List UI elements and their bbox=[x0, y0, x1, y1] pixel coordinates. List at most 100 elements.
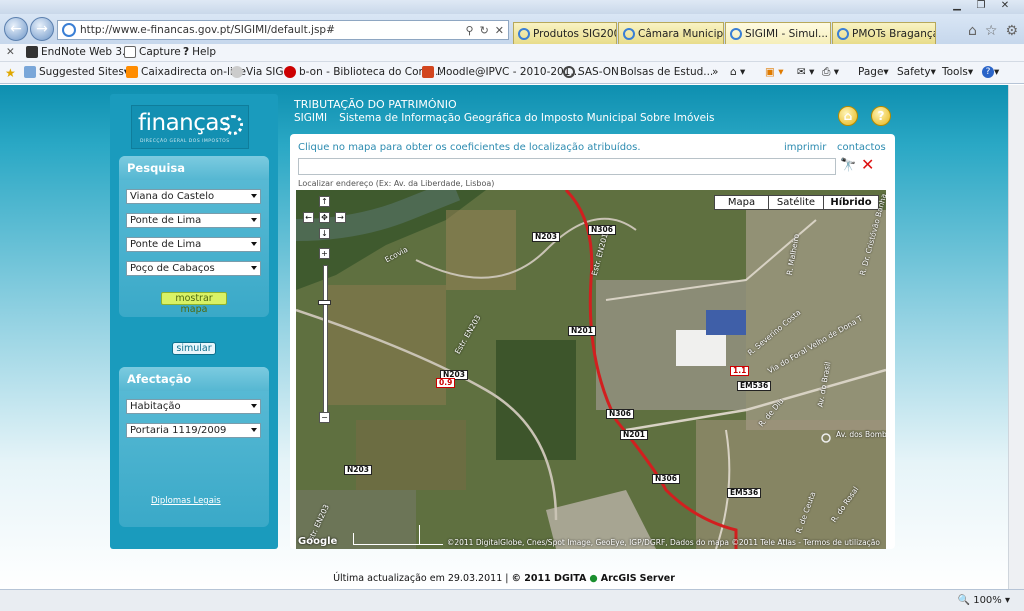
fav-sas-on[interactable]: SAS-ON bbox=[563, 66, 619, 78]
print-icon[interactable]: ⎙ ▾ bbox=[822, 66, 839, 79]
forward-button[interactable]: → bbox=[30, 17, 54, 41]
stop-icon[interactable]: ✕ bbox=[495, 24, 504, 37]
home-icon[interactable]: ⌂ bbox=[968, 23, 977, 39]
zoom-out-icon[interactable]: − bbox=[319, 412, 330, 423]
map-type-mapa[interactable]: Mapa bbox=[714, 195, 769, 210]
capture-label: Capture bbox=[139, 46, 181, 58]
app-name: SIGIMI bbox=[294, 112, 328, 124]
simular-button[interactable]: simular bbox=[172, 342, 216, 355]
tab-label: SIGIMI - Simul... bbox=[745, 27, 829, 40]
close-bar-icon[interactable]: ✕ bbox=[6, 46, 15, 58]
tools-menu-label: Tools bbox=[942, 66, 968, 78]
endnote-label: EndNote Web 3.0 bbox=[41, 46, 133, 58]
address-bar[interactable]: http://www.e-financas.gov.pt/SIGIMI/defa… bbox=[57, 20, 509, 40]
home-toolbar-icon[interactable]: ⌂ ▾ bbox=[730, 66, 745, 78]
financas-logo[interactable]: finanças DIRECÇÃO GERAL DOS IMPOSTOS bbox=[131, 105, 249, 149]
rss-icon[interactable]: ▣ ▾ bbox=[765, 66, 784, 78]
restore-icon[interactable]: ❐ bbox=[970, 0, 992, 13]
page-menu[interactable]: Page ▾ bbox=[858, 66, 889, 78]
minimize-icon[interactable]: ▁ bbox=[946, 0, 968, 13]
content-panel: Clique no mapa para obter os coeficiente… bbox=[290, 134, 895, 549]
page-viewport: finanças DIRECÇÃO GERAL DOS IMPOSTOS Pes… bbox=[0, 85, 1024, 589]
afectacao-value: Habitação bbox=[130, 401, 181, 412]
endnote-button[interactable]: EndNote Web 3.0 bbox=[26, 46, 132, 58]
distrito-value: Viana do Castelo bbox=[130, 191, 215, 202]
refresh-icon[interactable]: ↻ bbox=[480, 24, 489, 37]
road-label: N201 bbox=[620, 430, 648, 440]
sidebar: finanças DIRECÇÃO GERAL DOS IMPOSTOS Pes… bbox=[110, 94, 278, 549]
favorites-star-icon[interactable]: ★ bbox=[5, 66, 16, 80]
lugar-select[interactable]: Poço de Cabaços bbox=[126, 261, 261, 276]
mail-icon[interactable]: ✉ ▾ bbox=[797, 66, 814, 78]
help-icon[interactable]: ? bbox=[871, 106, 891, 126]
zoom-in-icon[interactable]: + bbox=[319, 248, 330, 259]
coefficient-label: 1.1 bbox=[730, 366, 750, 376]
close-icon[interactable]: ✕ bbox=[994, 0, 1016, 13]
road-label: N203 bbox=[344, 465, 372, 475]
show-map-button[interactable]: mostrar mapa bbox=[161, 292, 227, 315]
pan-down-icon[interactable]: ↓ bbox=[319, 228, 330, 239]
tab-produtos[interactable]: Produtos SIG200 S... bbox=[513, 22, 617, 44]
freguesia-select[interactable]: Ponte de Lima bbox=[126, 237, 261, 252]
esri-globe-icon: ● bbox=[589, 573, 598, 584]
map-type-satelite[interactable]: Satélite bbox=[768, 195, 824, 210]
back-button[interactable]: ← bbox=[4, 17, 28, 41]
road-label: N306 bbox=[652, 474, 680, 484]
distrito-select[interactable]: Viana do Castelo bbox=[126, 189, 261, 204]
fav-caixadirecta[interactable]: Caixadirecta on-line bbox=[126, 66, 246, 78]
satellite-map[interactable]: Mapa Satélite Híbrido ↑ ← ✥ → ↓ + − N203… bbox=[296, 190, 886, 549]
fav-label: Via SIG bbox=[246, 66, 284, 78]
fav-suggested-sites[interactable]: Suggested Sites ▾ bbox=[24, 66, 129, 78]
pan-left-icon[interactable]: ← bbox=[303, 212, 314, 223]
fav-moodle[interactable]: Moodle@IPVC - 2010-201... bbox=[422, 66, 580, 78]
help-menu-icon[interactable]: ? ▾ bbox=[982, 66, 999, 78]
pan-up-icon[interactable]: ↑ bbox=[319, 196, 330, 207]
help-button[interactable]: ? Help bbox=[183, 46, 216, 58]
ie-tab-icon bbox=[730, 27, 742, 40]
concelho-select[interactable]: Ponte de Lima bbox=[126, 213, 261, 228]
map-type-hibrido[interactable]: Híbrido bbox=[823, 195, 879, 210]
chevron-more-icon[interactable]: » bbox=[712, 66, 718, 78]
zoom-slider[interactable] bbox=[323, 265, 328, 415]
ie-tab-icon bbox=[623, 27, 635, 40]
zoom-value: 100% bbox=[973, 595, 1002, 606]
tools-menu[interactable]: Tools ▾ bbox=[942, 66, 973, 78]
tab-close-icon[interactable]: × bbox=[828, 28, 830, 40]
print-link[interactable]: imprimir bbox=[784, 142, 826, 153]
fav-via-sig[interactable]: Via SIG bbox=[231, 66, 284, 78]
ie-tab-icon bbox=[837, 27, 849, 40]
diplomas-legais-link[interactable]: Diplomas Legais bbox=[151, 496, 221, 506]
tab-pmots[interactable]: PMOTs Bragança bbox=[832, 22, 936, 44]
gear-icon[interactable]: ⚙ bbox=[1005, 23, 1018, 39]
afectacao-panel: Afectação Habitação Portaria 1119/2009 D… bbox=[119, 367, 269, 527]
fav-label: Moodle@IPVC - 2010-201... bbox=[437, 66, 581, 78]
map-copyright[interactable]: ©2011 DigitalGlobe, Cnes/Spot Image, Geo… bbox=[447, 538, 880, 547]
zoom-slider-handle[interactable] bbox=[318, 300, 331, 305]
google-logo[interactable]: Google bbox=[298, 536, 337, 547]
vertical-scrollbar[interactable] bbox=[1008, 85, 1024, 589]
tab-label: Câmara Municipa... bbox=[638, 27, 724, 40]
afectacao-select[interactable]: Habitação bbox=[126, 399, 261, 414]
pan-right-icon[interactable]: → bbox=[335, 212, 346, 223]
home-icon[interactable]: ⌂ bbox=[838, 106, 858, 126]
fav-bolsas[interactable]: Bolsas de Estud... bbox=[620, 66, 713, 78]
chevron-down-icon bbox=[251, 218, 257, 222]
search-hint: Localizar endereço (Ex: Av. da Liberdade… bbox=[298, 179, 495, 188]
favorites-star-icon[interactable]: ☆ bbox=[985, 23, 998, 39]
clear-search-icon[interactable]: ✕ bbox=[861, 155, 874, 174]
capture-button[interactable]: Capture bbox=[124, 46, 181, 58]
portaria-select[interactable]: Portaria 1119/2009 bbox=[126, 423, 261, 438]
page-title: TRIBUTAÇÃO DO PATRIMÓNIO bbox=[294, 98, 457, 111]
fav-b-on[interactable]: b-on - Biblioteca do Conh... bbox=[284, 66, 442, 78]
pan-center-icon[interactable]: ✥ bbox=[319, 212, 330, 223]
page-subtitle: SIGIMI Sistema de Informação Geográfica d… bbox=[294, 112, 714, 124]
address-search-input[interactable] bbox=[298, 158, 836, 175]
tab-sigimi[interactable]: SIGIMI - Simul... × bbox=[725, 22, 831, 44]
tab-camara[interactable]: Câmara Municipa... bbox=[618, 22, 724, 44]
safety-menu[interactable]: Safety ▾ bbox=[897, 66, 936, 78]
binoculars-search-icon[interactable]: 🔭 bbox=[840, 158, 856, 173]
page-menu-label: Page bbox=[858, 66, 884, 78]
zoom-level[interactable]: 🔍 100% ▾ bbox=[958, 595, 1010, 606]
search-icon[interactable]: ⚲ bbox=[466, 24, 474, 37]
contacts-link[interactable]: contactos bbox=[837, 142, 886, 153]
